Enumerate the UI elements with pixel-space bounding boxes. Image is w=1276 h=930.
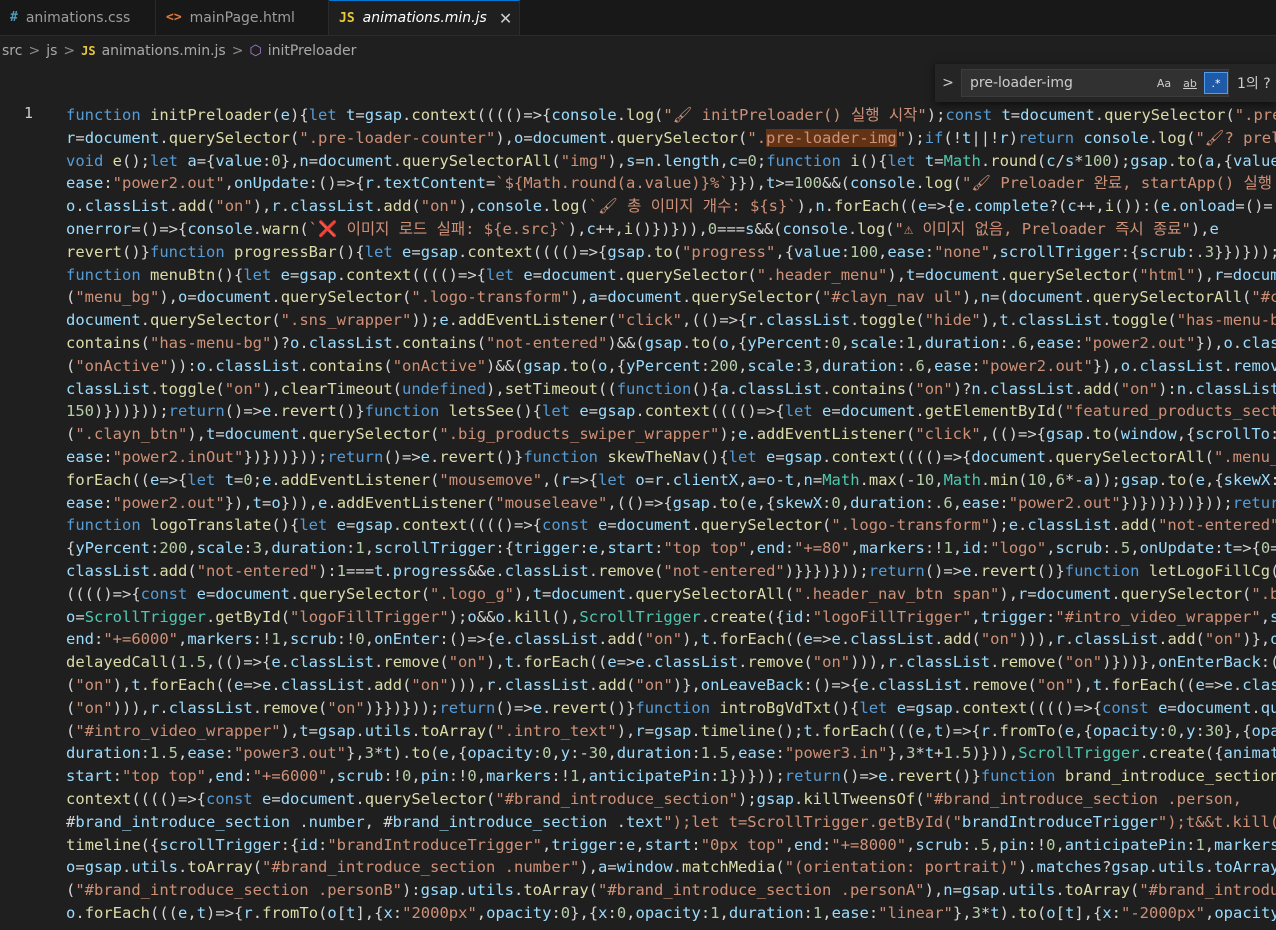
- find-input[interactable]: [968, 74, 1150, 92]
- line-number: 1: [24, 104, 34, 122]
- code-line[interactable]: start:"top top",end:"+=6000",scrub:!0,pi…: [66, 765, 1276, 788]
- code-line[interactable]: classList.add("not-entered"):1===t.progr…: [66, 560, 1276, 583]
- js-file-icon: JS: [81, 44, 96, 58]
- breadcrumb-js[interactable]: js: [46, 43, 57, 59]
- tab-label: animations.min.js: [362, 10, 487, 26]
- match-case-button[interactable]: Aa: [1152, 72, 1176, 94]
- code-line[interactable]: ("on"),t.forEach((e=>e.classList.add("on…: [66, 674, 1276, 697]
- code-line[interactable]: o=gsap.utils.toArray("#brand_introduce_s…: [66, 856, 1276, 879]
- code-line[interactable]: o.classList.add("on"),r.classList.add("o…: [66, 195, 1276, 218]
- editor-tab-bar: # animations.css <> mainPage.html JS ani…: [0, 0, 1276, 36]
- find-widget: > Aa ab .* 1의 ?: [935, 64, 1276, 102]
- code-line[interactable]: contains("has-menu-bg")?o.classList.cont…: [66, 332, 1276, 355]
- code-line[interactable]: duration:1.5,ease:"power3.out"},3*t).to(…: [66, 742, 1276, 765]
- close-tab-icon[interactable]: ✕: [499, 9, 512, 28]
- tab-label: animations.css: [25, 9, 131, 26]
- chevron-right-icon: >: [231, 43, 244, 59]
- code-line[interactable]: {yPercent:200,scale:3,duration:1,scrollT…: [66, 537, 1276, 560]
- code-line[interactable]: delayedCall(1.5,(()=>{e.classList.remove…: [66, 651, 1276, 674]
- symbol-method-icon: ⬡: [249, 43, 262, 59]
- code-line[interactable]: void e();let a={value:0},n=document.quer…: [66, 150, 1276, 173]
- code-line[interactable]: ease:"power2.out",onUpdate:()=>{r.textCo…: [66, 172, 1276, 195]
- code-line[interactable]: function menuBtn(){let e=gsap.context(((…: [66, 264, 1276, 287]
- tab-animations-css[interactable]: # animations.css: [0, 0, 156, 35]
- toggle-replace-icon[interactable]: >: [935, 75, 961, 91]
- code-line[interactable]: 150)}))}));return()=>e.revert()}function…: [66, 400, 1276, 423]
- code-line[interactable]: timeline({scrollTrigger:{id:"brandIntrod…: [66, 834, 1276, 857]
- find-input-box: Aa ab .*: [961, 69, 1229, 97]
- code-line[interactable]: context(((()=>{const e=document.querySel…: [66, 788, 1276, 811]
- code-line[interactable]: ("menu_bg"),o=document.querySelector(".l…: [66, 286, 1276, 309]
- code-line[interactable]: ("onActive")):o.classList.contains("onAc…: [66, 355, 1276, 378]
- code-line[interactable]: r=document.querySelector(".pre-loader-co…: [66, 127, 1276, 150]
- breadcrumb-symbol[interactable]: initPreloader: [268, 43, 357, 59]
- code-line[interactable]: ("on"))),r.classList.remove("on")}})}));…: [66, 697, 1276, 720]
- code-line[interactable]: ease:"power2.inOut"})}))}));return()=>e.…: [66, 446, 1276, 469]
- code-content[interactable]: function initPreloader(e){let t=gsap.con…: [66, 104, 1276, 925]
- css-file-icon: #: [10, 10, 18, 25]
- code-line[interactable]: function initPreloader(e){let t=gsap.con…: [66, 104, 1276, 127]
- code-line[interactable]: document.querySelector(".sns_wrapper"));…: [66, 309, 1276, 332]
- code-line[interactable]: o.forEach(((e,t)=>{r.fromTo(o[t],{x:"200…: [66, 902, 1276, 925]
- code-line[interactable]: forEach((e=>{let t=0;e.addEventListener(…: [66, 469, 1276, 492]
- code-line[interactable]: function logoTranslate(){let e=gsap.cont…: [66, 514, 1276, 537]
- chevron-right-icon: >: [28, 43, 41, 59]
- tab-label: mainPage.html: [189, 9, 295, 26]
- code-line[interactable]: #brand_introduce_section .number, #brand…: [66, 811, 1276, 834]
- code-line[interactable]: revert()}function progressBar(){let e=gs…: [66, 241, 1276, 264]
- match-count: 1의 ?: [1237, 76, 1271, 92]
- code-line[interactable]: ("#intro_video_wrapper"),t=gsap.utils.to…: [66, 720, 1276, 743]
- code-editor[interactable]: 1 function initPreloader(e){let t=gsap.c…: [0, 100, 1276, 930]
- code-line[interactable]: o=ScrollTrigger.getById("logoFillTrigger…: [66, 606, 1276, 629]
- chevron-right-icon: >: [63, 43, 76, 59]
- tab-mainpage-html[interactable]: <> mainPage.html: [156, 0, 329, 35]
- js-file-icon: JS: [339, 10, 355, 26]
- html-file-icon: <>: [166, 10, 182, 25]
- breadcrumb-file[interactable]: animations.min.js: [102, 43, 226, 59]
- code-line[interactable]: ease:"power2.out"}),t=o})),e.addEventLis…: [66, 492, 1276, 515]
- breadcrumb: src > js > JS animations.min.js > ⬡ init…: [0, 36, 1276, 66]
- breadcrumb-src[interactable]: src: [2, 43, 22, 59]
- code-line[interactable]: (((()=>{const e=document.querySelector("…: [66, 583, 1276, 606]
- use-regex-button[interactable]: .*: [1204, 72, 1228, 94]
- code-line[interactable]: classList.toggle("on"),clearTimeout(unde…: [66, 378, 1276, 401]
- find-match-highlight: pre-loader-img: [766, 128, 897, 147]
- code-line[interactable]: end:"+=6000",markers:!1,scrub:!0,onEnter…: [66, 628, 1276, 651]
- code-line[interactable]: ("#brand_introduce_section .personB"):gs…: [66, 879, 1276, 902]
- code-line[interactable]: onerror=()=>{console.warn(`❌ 이미지 로드 실패: …: [66, 218, 1276, 241]
- match-whole-word-button[interactable]: ab: [1178, 72, 1202, 94]
- code-line[interactable]: (".clayn_btn"),t=document.querySelector(…: [66, 423, 1276, 446]
- tab-animations-min-js[interactable]: JS animations.min.js ✕: [329, 0, 520, 35]
